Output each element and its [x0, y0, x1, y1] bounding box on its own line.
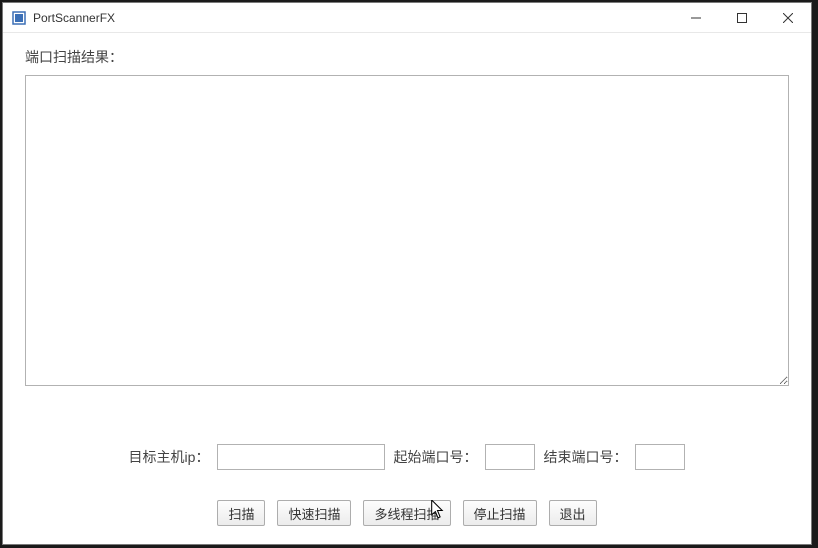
- target-ip-label: 目标主机ip：: [129, 447, 210, 467]
- app-icon: [11, 10, 27, 26]
- fast-scan-button[interactable]: 快速扫描: [277, 500, 351, 526]
- maximize-button[interactable]: [719, 3, 765, 33]
- window-title: PortScannerFX: [33, 11, 673, 25]
- end-port-label: 结束端口号：: [543, 447, 627, 467]
- input-row: 目标主机ip： 起始端口号： 结束端口号：: [25, 444, 789, 470]
- start-port-input[interactable]: [485, 444, 535, 470]
- button-row: 扫描 快速扫描 多线程扫描 停止扫描 退出: [25, 500, 789, 526]
- scan-button[interactable]: 扫描: [217, 500, 265, 526]
- window-controls: [673, 3, 811, 32]
- app-window: PortScannerFX 端口扫描结果： 目标主机ip： 起始端口号：: [2, 2, 812, 545]
- content-area: 端口扫描结果： 目标主机ip： 起始端口号： 结束端口号： 扫描 快速扫描 多线…: [3, 33, 811, 544]
- titlebar[interactable]: PortScannerFX: [3, 3, 811, 33]
- spacer: [25, 386, 789, 444]
- result-textarea[interactable]: [25, 75, 789, 386]
- result-label: 端口扫描结果：: [25, 47, 789, 67]
- minimize-button[interactable]: [673, 3, 719, 33]
- start-port-label: 起始端口号：: [393, 447, 477, 467]
- close-button[interactable]: [765, 3, 811, 33]
- stop-scan-button[interactable]: 停止扫描: [463, 500, 537, 526]
- exit-button[interactable]: 退出: [549, 500, 597, 526]
- target-ip-input[interactable]: [217, 444, 385, 470]
- multi-thread-scan-button[interactable]: 多线程扫描: [363, 500, 450, 526]
- end-port-input[interactable]: [635, 444, 685, 470]
